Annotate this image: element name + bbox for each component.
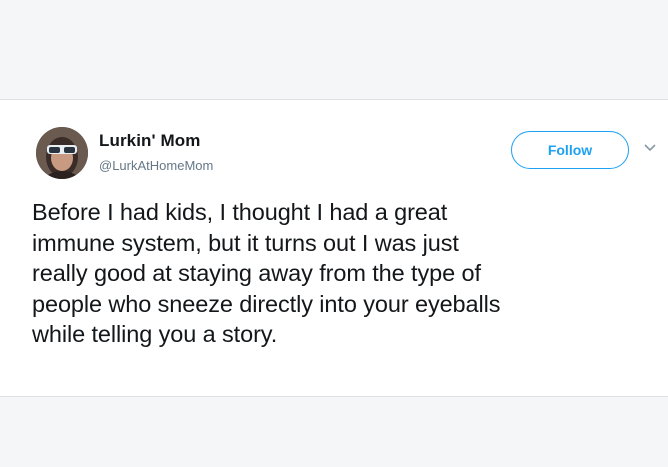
top-background xyxy=(0,0,668,99)
user-avatar-icon xyxy=(36,127,88,179)
tweet-text-line: really good at staying away from the typ… xyxy=(32,260,481,286)
tweet-text-line: immune system, but it turns out I was ju… xyxy=(32,229,459,256)
avatar[interactable] xyxy=(36,127,88,179)
tweet-text-line: people who sneeze directly into your eye… xyxy=(32,290,501,317)
follow-button[interactable]: Follow xyxy=(511,131,629,169)
tweet-text: Before I had kids, I thought I had a gre… xyxy=(32,197,668,350)
author-handle[interactable]: @LurkAtHomeMom xyxy=(99,158,213,173)
tweet-text-line: Before I had kids, I thought I had a gre… xyxy=(32,199,448,225)
author-display-name[interactable]: Lurkin' Mom xyxy=(99,131,200,151)
tweet-text-line: while telling you a story. xyxy=(32,321,278,347)
bottom-background xyxy=(0,397,668,467)
chevron-down-icon[interactable] xyxy=(643,143,657,153)
